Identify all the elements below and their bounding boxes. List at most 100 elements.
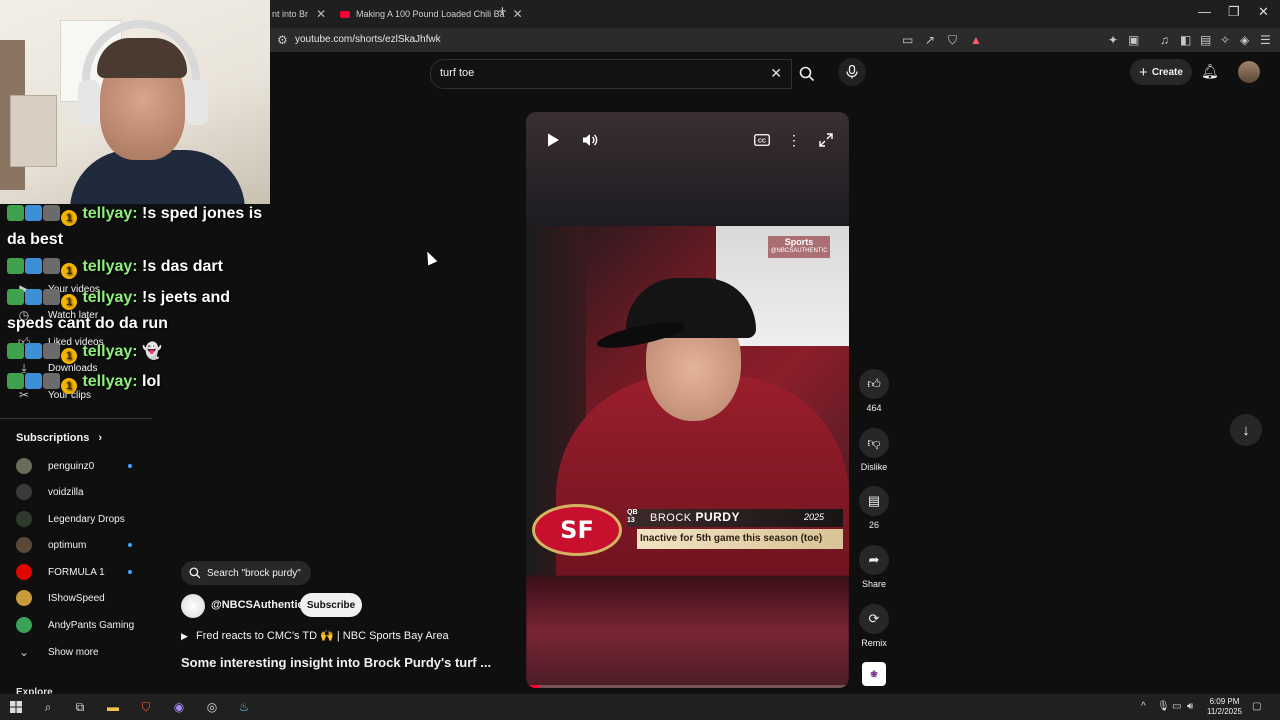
tab-title: nt into Br — [272, 9, 309, 19]
subscription-legendary-drops[interactable]: Legendary Drops — [16, 509, 125, 529]
steam-button[interactable]: ♨ — [235, 699, 253, 715]
new-content-dot — [128, 543, 132, 547]
close-tab-icon[interactable]: ✕ — [316, 7, 326, 21]
subscriptions-heading[interactable]: Subscriptions › — [16, 432, 102, 444]
task-view-button[interactable]: ⧉ — [71, 699, 89, 715]
channel-name[interactable]: @NBCSAuthentic — [211, 599, 304, 611]
url-field[interactable]: youtube.com/shorts/ezlSkaJhfwk — [295, 34, 441, 45]
next-short-button[interactable]: ↓ — [1230, 414, 1262, 446]
volume-button[interactable] — [580, 130, 600, 150]
player-first-name: BROCK — [650, 512, 692, 524]
chat-username: tellyay: — [82, 373, 138, 390]
channel-avatar-nbc-icon[interactable]: ❀ — [862, 662, 886, 686]
season-year: 2025 — [804, 512, 825, 522]
notifications-bell-icon[interactable]: 🔔︎ — [1201, 63, 1219, 80]
thumbs-down-icon: 👎︎ — [859, 428, 889, 458]
player-last-name: PURDY — [695, 510, 740, 524]
volume-tray-icon[interactable]: 🔊︎ — [1187, 701, 1193, 712]
sidebar-toggle-icon[interactable]: ◧ — [1180, 33, 1191, 47]
wallet-icon[interactable]: ▤ — [1200, 33, 1211, 47]
related-video-link[interactable]: ▶ Fred reacts to CMC's TD 🙌 | NBC Sports… — [181, 629, 449, 642]
windows-logo-icon — [10, 701, 22, 713]
chat-message: 1 tellyay: !s das dart — [7, 255, 267, 281]
new-tab-button[interactable]: + — [498, 3, 507, 20]
menu-icon[interactable]: ☰ — [1260, 33, 1271, 47]
subscription-ishowspeed[interactable]: IShowSpeed — [16, 588, 105, 608]
comments-button[interactable]: ▤ 26 — [858, 486, 890, 530]
player-name: BROCK PURDY — [650, 510, 740, 524]
subscriptions-heading-label: Subscriptions — [16, 432, 90, 444]
subscription-label: IShowSpeed — [48, 592, 105, 604]
show-more-button[interactable]: ⌄ Show more — [16, 642, 99, 662]
subscription-andypants-gaming[interactable]: AndyPants Gaming — [16, 615, 134, 635]
captions-button[interactable]: CC — [752, 130, 772, 150]
chat-text: !s das dart — [142, 258, 223, 275]
channel-avatar — [16, 458, 32, 474]
subscription-label: optimum — [48, 539, 87, 551]
subscription-penguinz0[interactable]: penguinz0 — [16, 456, 132, 476]
more-options-button[interactable]: ⋮ — [784, 130, 804, 150]
taskbar-clock[interactable]: 6:09 PM 11/2/2025 — [1207, 697, 1242, 717]
remix-button[interactable]: ⟳ Remix — [858, 604, 890, 648]
sub-badge-icon — [43, 289, 60, 305]
video-blurred-bottom — [526, 576, 849, 688]
chat-username: tellyay: — [82, 289, 138, 306]
like-button[interactable]: 👍︎ 464 — [858, 369, 890, 413]
create-button[interactable]: + Create — [1130, 59, 1192, 85]
network-icon[interactable]: ▭ — [1172, 701, 1181, 712]
subscription-optimum[interactable]: optimum — [16, 535, 132, 555]
cast-icon[interactable]: ▭ — [902, 33, 913, 47]
voice-search-button[interactable] — [838, 58, 866, 86]
search-button[interactable] — [790, 59, 824, 89]
dislike-button[interactable]: 👎︎ Dislike — [858, 428, 890, 472]
video-progress-bar[interactable] — [526, 685, 849, 688]
site-settings-icon[interactable]: ⚙ — [277, 33, 288, 47]
vpn-icon[interactable]: ◈ — [1240, 33, 1249, 47]
obs-button[interactable]: ◉ — [170, 699, 188, 715]
comment-icon: ▤ — [859, 486, 889, 516]
short-title[interactable]: Some interesting insight into Brock Purd… — [181, 655, 491, 670]
share-page-icon[interactable]: ↗ — [925, 33, 935, 47]
rewards-icon[interactable]: ▲ — [970, 33, 982, 47]
restore-button[interactable]: ❐ — [1228, 4, 1240, 20]
leo-ai-icon[interactable]: ✧ — [1220, 33, 1230, 47]
microphone-tray-icon[interactable]: 🎙︎ — [1157, 701, 1170, 712]
channel-avatar — [16, 590, 32, 606]
subscription-voidzilla[interactable]: voidzilla — [16, 482, 84, 502]
fullscreen-button[interactable] — [816, 130, 836, 150]
file-explorer-button[interactable]: ▬ — [104, 699, 122, 715]
extensions-icon[interactable]: ✦ — [1108, 33, 1118, 47]
subscription-formula-1[interactable]: FORMULA 1 — [16, 562, 132, 582]
taskbar-search-button[interactable]: ⌕ — [39, 699, 57, 715]
tab-active[interactable]: nt into Br ✕ — [272, 0, 326, 28]
search-input[interactable]: turf toe ✕ — [430, 59, 792, 89]
verified-badge-icon — [25, 258, 42, 274]
clock-date: 11/2/2025 — [1207, 707, 1242, 716]
close-tab-icon[interactable]: ✕ — [513, 7, 523, 21]
channel-avatar — [16, 564, 32, 580]
clear-search-icon[interactable]: ✕ — [770, 65, 782, 82]
search-suggestion-chip[interactable]: Search "brock purdy" — [181, 561, 311, 585]
start-button[interactable] — [7, 699, 25, 715]
share-button[interactable]: ➦ Share — [858, 545, 890, 589]
tab-search-icon[interactable]: ▣ — [1128, 33, 1139, 47]
play-button[interactable] — [543, 130, 563, 150]
webcam-background-shelf — [10, 95, 57, 167]
account-avatar[interactable] — [1238, 61, 1260, 83]
new-content-dot — [128, 570, 132, 574]
verified-badge-icon — [25, 289, 42, 305]
media-icon[interactable]: ♫ — [1160, 33, 1169, 47]
notification-center-icon[interactable]: ▢ — [1252, 701, 1261, 712]
brave-shield-icon[interactable]: ⛉ — [948, 33, 957, 48]
tab-chili[interactable]: Making A 100 Pound Loaded Chili Ba ✕ — [340, 0, 523, 28]
channel-avatar[interactable] — [181, 594, 205, 618]
sub-badge-icon — [43, 258, 60, 274]
brave-browser-button[interactable]: ⛉ — [137, 699, 155, 715]
app-button[interactable]: ◎ — [203, 699, 221, 715]
close-window-button[interactable]: ✕ — [1258, 4, 1269, 20]
kick-badge-icon — [7, 205, 24, 221]
minimize-button[interactable]: — — [1198, 4, 1211, 19]
subscribe-button[interactable]: Subscribe — [300, 593, 362, 617]
show-hidden-icons[interactable]: ^ — [1141, 701, 1146, 712]
shorts-video-player[interactable]: Sports @NBCSAUTHENTIC SF QB 13 BROCK PUR… — [526, 112, 849, 688]
